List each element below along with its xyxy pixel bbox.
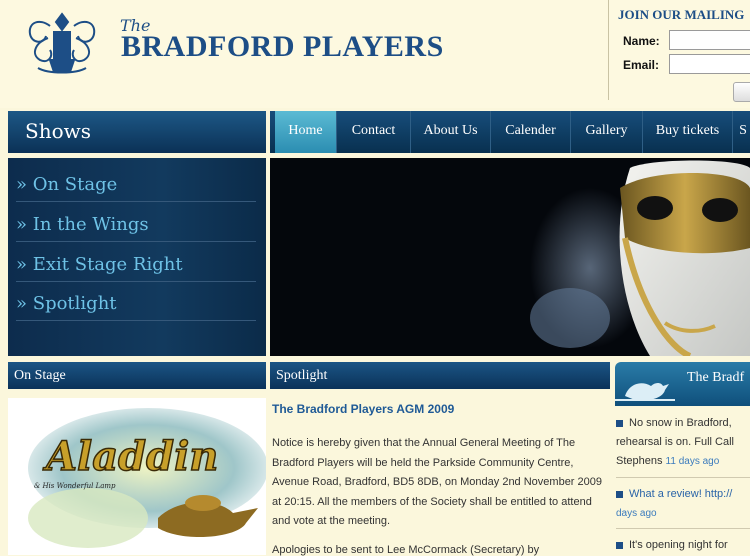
bird-icon [615,383,675,401]
nav-gallery[interactable]: Gallery [571,111,643,153]
bullet-icon [616,490,623,498]
twitter-header: The Bradf [615,362,750,406]
shows-menu: » On Stage » In the Wings » Exit Stage R… [8,158,266,356]
aladdin-subtitle: & His Wonderful Lamp [34,482,116,490]
site-title[interactable]: BRADFORD PLAYERS [121,30,444,64]
name-label: Name: [623,34,660,48]
nav-contact[interactable]: Contact [337,111,411,153]
tweet-2-time[interactable]: days ago [616,508,657,519]
shows-header: Shows [8,111,266,153]
tweet-1-time[interactable]: 11 days ago [666,456,720,467]
aladdin-title: Aladdin [42,433,218,480]
mailing-list-form: JOIN OUR MAILING Name: Email: [608,0,750,102]
spotlight-body: Notice is hereby given that the Annual G… [272,437,602,527]
subscribe-button[interactable] [733,82,750,102]
email-field[interactable] [669,54,750,74]
name-field[interactable] [669,30,750,50]
tweet-3-text: It's opening night for [629,539,728,551]
spotlight-headline[interactable]: The Bradford Players AGM 2009 [272,402,454,416]
aladdin-artwork: Aladdin & His Wonderful Lamp [28,408,266,548]
tweet-1: No snow in Bradford, rehearsal is on. Fu… [616,414,750,471]
masquerade-mask-image [530,160,750,356]
bullet-icon [616,541,623,549]
nav-home[interactable]: Home [275,111,337,153]
spotlight-body-continued: Apologies to be sent to Lee McCormack (S… [272,544,540,556]
menu-item-on-stage[interactable]: » On Stage [16,168,256,202]
spotlight-header: Spotlight [270,362,610,389]
tweet-2: What a review! http:// days ago [616,485,750,523]
email-label: Email: [623,58,660,72]
main-nav: Home Contact About Us Calender Gallery B… [270,111,750,153]
divider [616,528,750,529]
menu-item-spotlight[interactable]: » Spotlight [16,287,256,321]
tweet-2-text[interactable]: What a review! http:// [629,488,732,500]
crest-logo-icon[interactable] [20,8,104,80]
tweet-3: It's opening night for [616,536,750,555]
on-stage-header: On Stage [8,362,266,389]
mailing-title: JOIN OUR MAILING [618,7,745,22]
nav-calender[interactable]: Calender [491,111,571,153]
hero-banner [270,158,750,356]
bullet-icon [616,419,623,427]
nav-about-us[interactable]: About Us [411,111,491,153]
nav-buy-tickets[interactable]: Buy tickets [643,111,733,153]
twitter-title: The Bradf [687,370,745,385]
menu-item-in-the-wings[interactable]: » In the Wings [16,208,256,242]
site-header: The BRADFORD PLAYERS JOIN OUR MAILING Na… [0,0,750,108]
aladdin-poster[interactable]: Aladdin & His Wonderful Lamp [8,398,266,555]
menu-item-exit-stage-right[interactable]: » Exit Stage Right [16,248,256,282]
divider [616,477,750,478]
nav-more[interactable]: S [733,111,750,153]
shows-title: Shows [25,119,92,143]
